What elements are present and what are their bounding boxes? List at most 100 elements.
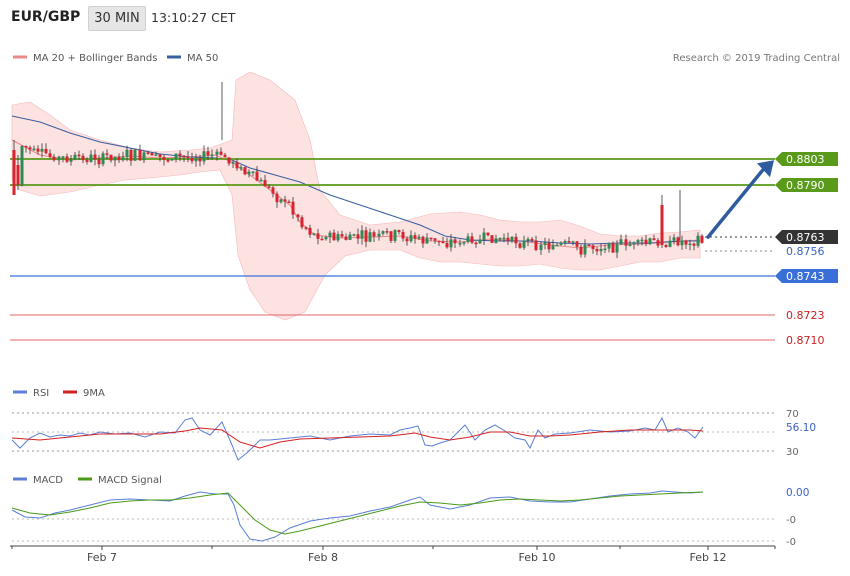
candle-body	[372, 232, 376, 237]
candle-body	[381, 231, 385, 234]
level-label-0.8803: 0.8803	[786, 153, 825, 166]
candle-body	[437, 240, 441, 243]
candle-body	[73, 154, 77, 160]
level-label-0.8723: 0.8723	[786, 309, 825, 322]
candle-body	[117, 156, 121, 161]
candle-body	[664, 245, 668, 247]
candle-body	[534, 240, 538, 251]
candle-body	[429, 237, 433, 240]
candle-body	[255, 171, 259, 181]
candle-body	[514, 236, 518, 244]
candle-body	[571, 241, 575, 243]
candle-body	[445, 243, 449, 248]
candle-body	[619, 239, 623, 245]
candle-body	[368, 232, 372, 242]
candle-body	[676, 237, 680, 246]
candle-body	[522, 240, 526, 248]
candle-body	[202, 151, 206, 162]
candle-body	[567, 241, 571, 243]
candle-body	[210, 154, 214, 157]
candle-body	[227, 157, 231, 164]
candle-body	[166, 159, 170, 162]
candle-body	[551, 245, 555, 250]
candle-body	[247, 171, 251, 175]
candle-body	[425, 237, 429, 244]
candle-body	[547, 242, 551, 250]
candle-body	[198, 158, 202, 162]
candle-body	[409, 235, 413, 242]
candle-body	[433, 238, 437, 241]
rsi-legend-label: RSI	[33, 388, 49, 399]
candle-body	[81, 155, 85, 161]
candle-body	[474, 242, 478, 245]
candle-body	[113, 156, 117, 161]
candle-body	[478, 239, 482, 244]
candle-body	[251, 171, 255, 173]
copyright-text: Research © 2019 Trading Central	[673, 53, 840, 64]
candle-body	[24, 145, 28, 148]
candle-body	[267, 186, 271, 188]
candle-body	[482, 232, 486, 240]
candle-body	[170, 158, 174, 161]
candle-body	[360, 230, 364, 239]
candle-body	[57, 156, 61, 161]
candle-body	[526, 238, 530, 241]
candle-body	[401, 231, 405, 239]
candle-body	[575, 241, 579, 247]
candle-body	[652, 238, 656, 241]
x-tick-label: Feb 8	[308, 551, 338, 564]
level-label-0.8790: 0.8790	[786, 179, 825, 192]
candle-body	[324, 237, 328, 240]
level-label-0.8710: 0.8710	[786, 334, 825, 347]
candle-body	[20, 145, 24, 185]
candle-body	[215, 151, 219, 155]
candle-body	[336, 234, 340, 241]
candle-body	[393, 230, 397, 241]
candle-body	[700, 235, 704, 243]
candle-body	[611, 242, 615, 253]
candle-body	[441, 241, 445, 244]
candle-body	[458, 242, 462, 245]
macd-tick-low: -0	[786, 537, 796, 548]
candle-body	[190, 158, 194, 162]
candle-body	[632, 242, 636, 245]
candle-body	[672, 237, 676, 241]
candle-body	[154, 154, 158, 156]
candle-body	[85, 160, 89, 162]
candle-body	[219, 151, 223, 155]
candle-body	[692, 243, 696, 246]
candle-body	[65, 156, 69, 162]
candle-body	[510, 236, 514, 241]
candle-body	[668, 240, 672, 247]
candle-body	[28, 147, 32, 150]
candle-body	[352, 234, 356, 236]
candle-body	[206, 151, 210, 156]
rsi-last-value: 56.10	[786, 422, 816, 434]
candle-body	[194, 158, 198, 162]
candle-body	[466, 236, 470, 243]
candle-body	[688, 243, 692, 246]
candle-body	[356, 234, 360, 239]
candle-body	[559, 242, 563, 245]
candle-body	[101, 153, 105, 165]
candle-body	[607, 242, 611, 249]
candle-body	[61, 156, 65, 158]
candle-body	[223, 154, 227, 158]
candle-body	[332, 232, 336, 241]
candle-body	[648, 238, 652, 245]
candle-body	[555, 244, 559, 247]
candle-body	[628, 244, 632, 247]
candle-body	[178, 153, 182, 156]
candle-body	[263, 179, 267, 187]
candle-body	[328, 232, 332, 238]
candle-body	[186, 156, 190, 159]
candle-body	[518, 243, 522, 248]
candle-body	[624, 239, 628, 246]
candle-body	[417, 236, 421, 239]
candle-body	[453, 239, 457, 244]
candle-body	[12, 150, 16, 195]
candle-body	[283, 199, 287, 202]
rsi-tick-30: 30	[786, 447, 799, 458]
level-label-0.8743: 0.8743	[786, 270, 825, 283]
candle-body	[397, 230, 401, 232]
